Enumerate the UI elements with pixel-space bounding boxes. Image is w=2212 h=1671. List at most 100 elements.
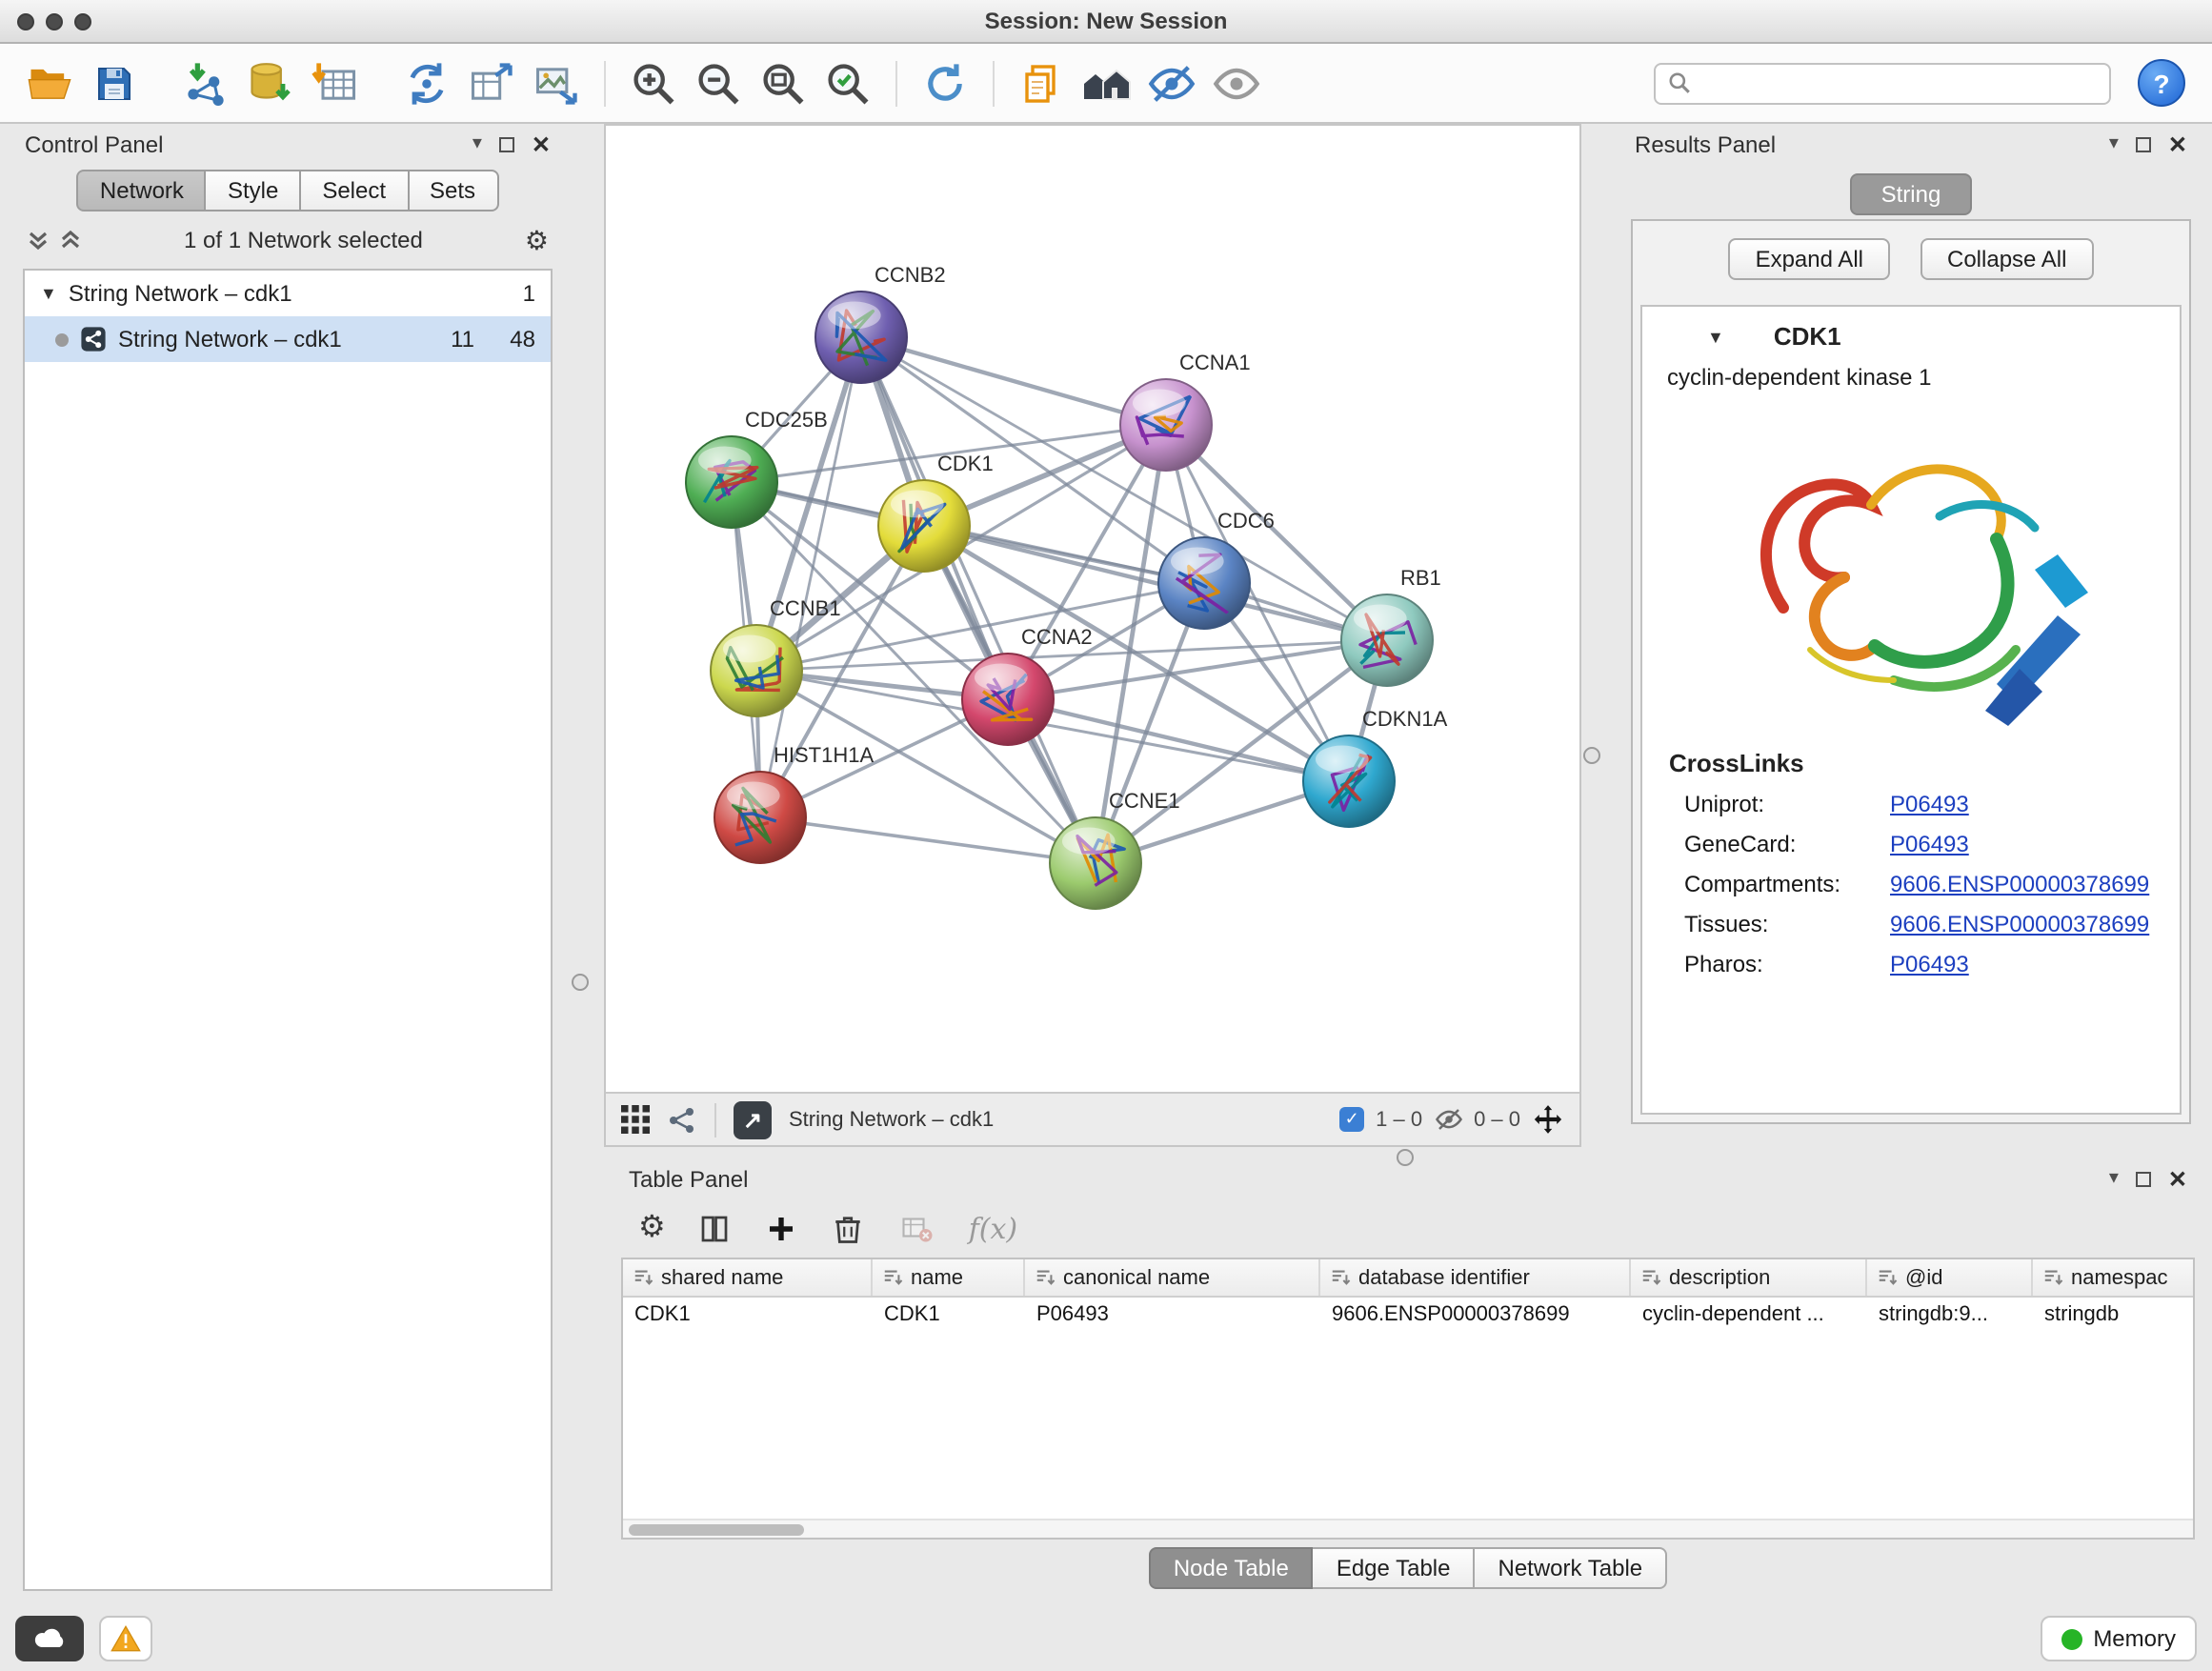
expand-all-icon[interactable] bbox=[59, 229, 82, 252]
edge-HIST1H1A-CCNE1[interactable] bbox=[760, 817, 1096, 863]
close-panel-icon[interactable]: ✕ bbox=[532, 133, 551, 156]
show-graphics-button[interactable] bbox=[1206, 52, 1267, 113]
table-cell[interactable]: CDK1 bbox=[623, 1298, 873, 1336]
copy-document-button[interactable] bbox=[1012, 52, 1073, 113]
close-panel-icon[interactable]: ✕ bbox=[2168, 1168, 2187, 1191]
delete-column-icon[interactable] bbox=[832, 1212, 866, 1246]
collapse-panel-icon[interactable]: ▾ bbox=[2109, 135, 2119, 154]
network-canvas-svg[interactable]: CCNB2CCNA1CDC25BCDK1CDC6RB1CCNB1CCNA2CDK… bbox=[606, 126, 1579, 1092]
edge-CCNB2-CCNE1[interactable] bbox=[861, 337, 1096, 863]
crosslink-link[interactable]: P06493 bbox=[1890, 949, 1969, 981]
node-CCNB2[interactable] bbox=[815, 292, 907, 383]
selected-checkbox-icon[interactable]: ✓ bbox=[1339, 1107, 1364, 1132]
tab-sets[interactable]: Sets bbox=[409, 170, 498, 211]
node-RB1[interactable] bbox=[1341, 594, 1433, 686]
crosslink-link[interactable]: 9606.ENSP00000378699 bbox=[1890, 909, 2149, 941]
apply-layout-button[interactable] bbox=[915, 52, 975, 113]
export-image-button[interactable] bbox=[526, 52, 587, 113]
table-settings-gear-icon[interactable]: ⚙ bbox=[638, 1214, 666, 1244]
import-table-file-button[interactable] bbox=[305, 52, 366, 113]
network-options-gear-icon[interactable]: ⚙ bbox=[525, 227, 549, 253]
crosslink-link[interactable]: P06493 bbox=[1890, 829, 1969, 861]
import-network-database-button[interactable] bbox=[240, 52, 301, 113]
table-cell[interactable]: P06493 bbox=[1025, 1298, 1320, 1336]
warnings-button[interactable] bbox=[99, 1616, 152, 1661]
splitter-handle[interactable] bbox=[572, 974, 589, 991]
tab-network-table[interactable]: Network Table bbox=[1476, 1547, 1668, 1589]
float-panel-icon[interactable] bbox=[2136, 137, 2151, 152]
zoom-fit-button[interactable] bbox=[753, 52, 814, 113]
node-CDK1[interactable] bbox=[878, 480, 970, 572]
column-header-database-identifier[interactable]: database identifier bbox=[1320, 1259, 1631, 1296]
close-panel-icon[interactable]: ✕ bbox=[2168, 133, 2187, 156]
home-button[interactable] bbox=[1076, 52, 1137, 113]
clone-network-button[interactable] bbox=[396, 52, 457, 113]
column-header-id[interactable]: @id bbox=[1867, 1259, 2033, 1296]
tab-select[interactable]: Select bbox=[301, 170, 409, 211]
tab-string[interactable]: String bbox=[1851, 173, 1972, 215]
column-header-name[interactable]: name bbox=[873, 1259, 1025, 1296]
memory-button[interactable]: Memory bbox=[2040, 1616, 2197, 1661]
table-cell[interactable]: 9606.ENSP00000378699 bbox=[1320, 1298, 1631, 1336]
node-CCNE1[interactable] bbox=[1050, 817, 1141, 909]
search-box[interactable] bbox=[1654, 62, 2111, 104]
search-input[interactable] bbox=[1701, 71, 2098, 94]
network-row-selected[interactable]: String Network – cdk1 11 48 bbox=[25, 316, 551, 362]
expand-all-button[interactable]: Expand All bbox=[1729, 238, 1890, 280]
column-header-shared-name[interactable]: shared name bbox=[623, 1259, 873, 1296]
horizontal-scrollbar[interactable] bbox=[623, 1519, 2193, 1538]
zoom-window-button[interactable] bbox=[74, 12, 91, 30]
tab-style[interactable]: Style bbox=[207, 170, 301, 211]
table-cell[interactable]: stringdb bbox=[2033, 1298, 2195, 1336]
add-column-icon[interactable] bbox=[765, 1212, 799, 1246]
tab-node-table[interactable]: Node Table bbox=[1149, 1547, 1314, 1589]
zoom-selected-button[interactable] bbox=[817, 52, 878, 113]
zoom-in-button[interactable] bbox=[623, 52, 684, 113]
share-network-icon[interactable] bbox=[667, 1104, 697, 1135]
save-session-button[interactable] bbox=[84, 52, 145, 113]
tab-edge-table[interactable]: Edge Table bbox=[1314, 1547, 1476, 1589]
node-HIST1H1A[interactable] bbox=[714, 772, 806, 863]
node-CDC6[interactable] bbox=[1158, 537, 1250, 629]
collapse-panel-icon[interactable]: ▾ bbox=[473, 135, 482, 154]
show-columns-icon[interactable] bbox=[698, 1212, 733, 1246]
crosslink-link[interactable]: 9606.ENSP00000378699 bbox=[1890, 869, 2149, 901]
move-crosshair-icon[interactable] bbox=[1532, 1103, 1564, 1136]
splitter-handle[interactable] bbox=[1583, 747, 1600, 764]
zoom-out-button[interactable] bbox=[688, 52, 749, 113]
crosslink-link[interactable]: P06493 bbox=[1890, 789, 1969, 821]
collapse-section-icon[interactable]: ▼ bbox=[1707, 327, 1724, 346]
import-network-file-button[interactable] bbox=[175, 52, 236, 113]
grid-view-icon[interactable] bbox=[621, 1105, 650, 1134]
float-panel-icon[interactable] bbox=[499, 137, 514, 152]
hidden-eye-slash-icon[interactable] bbox=[1434, 1105, 1462, 1134]
float-panel-icon[interactable] bbox=[2136, 1172, 2151, 1187]
column-header-description[interactable]: description bbox=[1631, 1259, 1867, 1296]
edge-CCNB2-CCNA1[interactable] bbox=[861, 337, 1166, 425]
birdseye-toggle-button[interactable]: ↗ bbox=[734, 1100, 772, 1138]
table-cell[interactable]: stringdb:9... bbox=[1867, 1298, 2033, 1336]
collapse-all-icon[interactable] bbox=[27, 229, 50, 252]
column-header-canonical-name[interactable]: canonical name bbox=[1025, 1259, 1320, 1296]
scrollbar-thumb[interactable] bbox=[629, 1524, 804, 1536]
table-cell[interactable]: CDK1 bbox=[873, 1298, 1025, 1336]
node-CCNB1[interactable] bbox=[711, 625, 802, 716]
network-canvas[interactable]: CCNB2CCNA1CDC25BCDK1CDC6RB1CCNB1CCNA2CDK… bbox=[606, 126, 1579, 1092]
help-button[interactable]: ? bbox=[2138, 59, 2185, 107]
export-network-button[interactable] bbox=[461, 52, 522, 113]
hide-graphics-button[interactable] bbox=[1141, 52, 1202, 113]
collapse-panel-icon[interactable]: ▾ bbox=[2109, 1170, 2119, 1189]
minimize-window-button[interactable] bbox=[46, 12, 63, 30]
node-CCNA2[interactable] bbox=[962, 654, 1054, 745]
column-header-namespac[interactable]: namespac bbox=[2033, 1259, 2195, 1296]
open-session-button[interactable] bbox=[19, 52, 80, 113]
function-builder-button[interactable]: f(x) bbox=[969, 1212, 1017, 1246]
node-CCNA1[interactable] bbox=[1120, 379, 1212, 471]
node-CDKN1A[interactable] bbox=[1303, 735, 1395, 827]
table-cell[interactable]: cyclin-dependent ... bbox=[1631, 1298, 1867, 1336]
close-window-button[interactable] bbox=[17, 12, 34, 30]
node-CDC25B[interactable] bbox=[686, 436, 777, 528]
cloud-button[interactable] bbox=[15, 1616, 84, 1661]
network-collection-row[interactable]: ▼ String Network – cdk1 1 bbox=[25, 271, 551, 316]
tree-expand-icon[interactable]: ▼ bbox=[40, 284, 57, 303]
